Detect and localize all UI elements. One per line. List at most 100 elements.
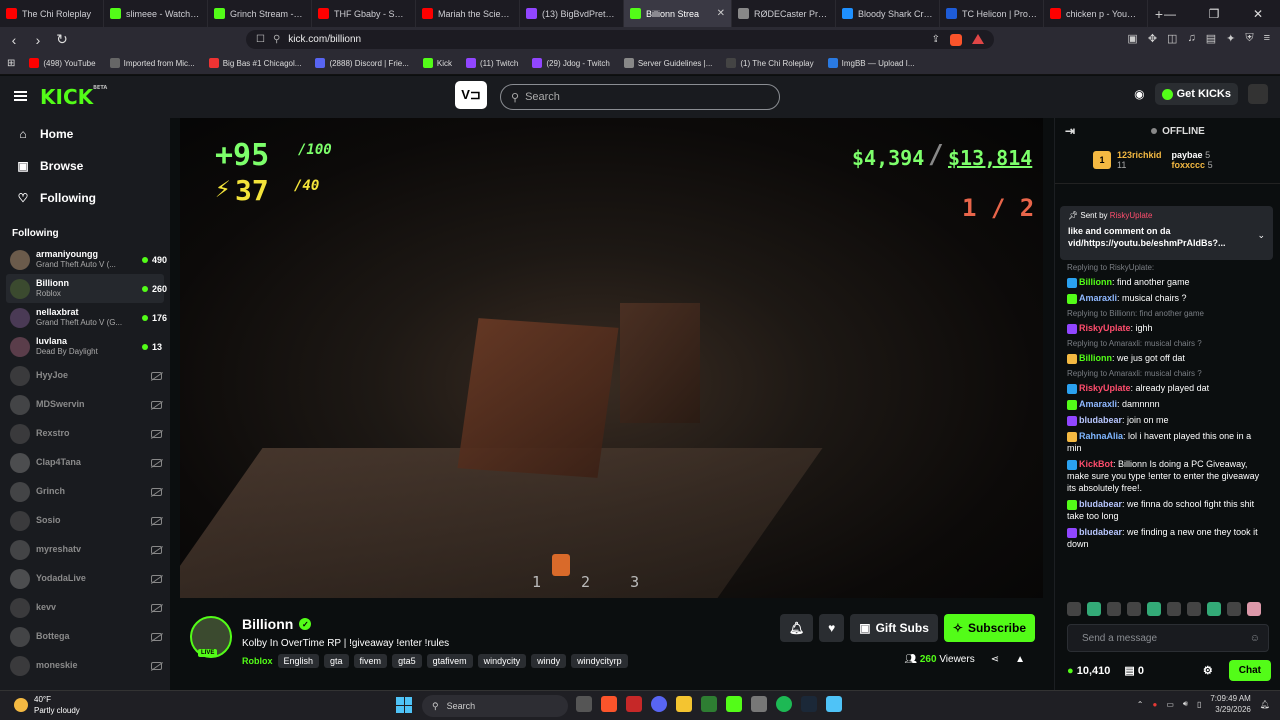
notify-button[interactable]: 🔔︎ — [779, 614, 814, 642]
hamburger-menu-icon[interactable] — [14, 91, 27, 101]
streamer-name[interactable]: Billionn — [242, 616, 293, 632]
leo-icon[interactable]: ✦ — [1226, 32, 1235, 45]
chat-username[interactable]: RiskyUplate — [1079, 383, 1131, 393]
kick-app-icon[interactable] — [726, 696, 742, 712]
notifications-icon[interactable]: ◉ — [1134, 87, 1144, 101]
stream-tag[interactable]: windycityrp — [571, 654, 628, 668]
bookmark-item[interactable]: (2888) Discord | Frie... — [308, 58, 415, 68]
points-balance[interactable]: ▤ 0 — [1124, 664, 1144, 677]
notification-bell-icon[interactable]: 🔔︎ — [1260, 700, 1270, 709]
bookmark-item[interactable]: Big Bas #1 Chicagol... — [202, 58, 309, 68]
chat-username[interactable]: bludabear — [1079, 499, 1122, 509]
stream-tag[interactable]: gta — [324, 654, 349, 668]
sidebar-icon[interactable]: ◫ — [1167, 32, 1177, 45]
volume-icon[interactable]: 🔊︎ — [1183, 699, 1188, 709]
puzzle-icon[interactable]: ✥ — [1148, 32, 1157, 45]
sidebar-nav-browse[interactable]: ▣ Browse — [0, 150, 170, 182]
network-icon[interactable]: ▭ — [1166, 700, 1174, 709]
chat-settings-icon[interactable]: ⚙ — [1203, 664, 1213, 677]
chat-username[interactable]: RiskyUplate — [1079, 323, 1131, 333]
leaderboard-top-user[interactable]: 123richkid — [1117, 150, 1162, 160]
sidebar-nav-home[interactable]: ⌂ Home — [0, 118, 170, 150]
vo-logo-icon[interactable]: V⊐ — [455, 81, 487, 109]
kicks-balance[interactable]: ● 10,410 — [1067, 665, 1110, 677]
subscribe-button[interactable]: ✧ Subscribe — [943, 614, 1035, 642]
chat-send-button[interactable]: Chat — [1228, 660, 1271, 681]
emote-icon[interactable] — [1207, 602, 1221, 616]
chat-message[interactable]: bludabear: join on me — [1055, 412, 1277, 428]
sidebar-nav-following[interactable]: ♡ Following — [0, 182, 170, 214]
stream-tag[interactable]: gta5 — [392, 654, 422, 668]
vpn-icon[interactable]: ⛨ — [1245, 32, 1253, 45]
following-channel[interactable]: MDSwervin — [0, 390, 170, 419]
chat-message[interactable]: KickBot: Billionn Is doing a PC Giveaway… — [1055, 456, 1277, 496]
browser-tab[interactable]: Billionn Strea ✕ — [624, 0, 732, 27]
share-icon[interactable]: ⇪ — [932, 34, 940, 46]
app-icon[interactable] — [826, 696, 842, 712]
browser-tab[interactable]: RØDECaster Pro | Pc — [732, 0, 836, 27]
chat-username[interactable]: Billionn — [1079, 353, 1112, 363]
maximize-icon[interactable]: ❐ — [1192, 7, 1236, 21]
chat-username[interactable]: Billionn — [1079, 277, 1112, 287]
emote-icon[interactable] — [1127, 602, 1141, 616]
chat-username[interactable]: bludabear — [1079, 527, 1122, 537]
chat-message[interactable]: Amaraxli: musical chairs ? — [1055, 290, 1277, 306]
minimize-icon[interactable]: — — [1148, 7, 1192, 21]
tab-close-icon[interactable]: ✕ — [717, 8, 725, 19]
emote-icon[interactable] — [1107, 602, 1121, 616]
bookmark-item[interactable]: (498) YouTube — [22, 58, 102, 68]
following-channel[interactable]: nellaxbrat Grand Theft Auto V (G... 176 — [0, 303, 170, 332]
chat-username[interactable]: Amaraxli — [1079, 293, 1117, 303]
following-channel[interactable]: Sosio — [0, 506, 170, 535]
following-channel[interactable]: kevv — [0, 593, 170, 622]
stream-tag[interactable]: fivem — [353, 654, 388, 668]
collapse-chat-icon[interactable]: ⇥ — [1065, 124, 1075, 138]
bookmark-item[interactable]: ImgBB — Upload I... — [821, 58, 922, 68]
taskbar-search[interactable]: ⚲ Search — [422, 695, 568, 717]
emote-icon[interactable] — [1147, 602, 1161, 616]
following-channel[interactable]: Bottega — [0, 622, 170, 651]
chat-username[interactable]: bludabear — [1079, 415, 1122, 425]
excel-app-icon[interactable] — [701, 696, 717, 712]
spotify-app-icon[interactable] — [776, 696, 792, 712]
chat-message[interactable]: bludabear: we finna do school fight this… — [1055, 496, 1277, 524]
following-channel[interactable]: luvlana Dead By Daylight 13 — [0, 332, 170, 361]
browser-tab[interactable]: The Chi Roleplay — [0, 0, 104, 27]
back-icon[interactable]: ‹ — [4, 32, 24, 48]
discord-app-icon[interactable] — [651, 696, 667, 712]
apps-icon[interactable]: ⊞ — [0, 58, 22, 69]
bookmark-item[interactable]: Server Guidelines |... — [617, 58, 720, 68]
browser-tab[interactable]: (13) BigBvdPretty - — [520, 0, 624, 27]
chat-message[interactable]: Billionn: we jus got off dat — [1055, 350, 1277, 366]
brave-shield-icon[interactable] — [950, 33, 962, 46]
category-link[interactable]: Roblox — [242, 656, 273, 666]
stream-tag[interactable]: English — [277, 654, 320, 668]
bookmark-item[interactable]: (1) The Chi Roleplay — [719, 58, 820, 68]
user-avatar[interactable] — [1248, 84, 1268, 104]
following-channel[interactable]: Rexstro — [0, 419, 170, 448]
emote-icon[interactable] — [1087, 602, 1101, 616]
tray-app-icon[interactable]: ● — [1153, 700, 1158, 709]
following-channel[interactable]: myreshatv — [0, 535, 170, 564]
report-icon[interactable]: ▲ — [1015, 654, 1025, 665]
chat-username[interactable]: KickBot — [1079, 459, 1113, 469]
expand-chevron-icon[interactable]: ⌄ — [1257, 230, 1265, 241]
stream-tag[interactable]: windycity — [477, 654, 527, 668]
close-icon[interactable]: ✕ — [1236, 7, 1280, 21]
menu-icon[interactable]: ≡ — [1264, 32, 1270, 45]
browser-tab[interactable]: slimeee - Watch clip — [104, 0, 208, 27]
video-player[interactable]: +95 /100 37 ⚡ /40 $4,394 / $13,814 1 / 2… — [180, 118, 1043, 598]
browser-tab[interactable]: TC Helicon | Produc — [940, 0, 1044, 27]
following-channel[interactable]: armaniyoungg Grand Theft Auto V (... 490 — [0, 245, 170, 274]
explorer-app-icon[interactable] — [676, 696, 692, 712]
chat-message[interactable]: Amaraxli: damnnnn — [1055, 396, 1277, 412]
emote-icon[interactable] — [1167, 602, 1181, 616]
extension-icon[interactable]: ▣ — [1127, 32, 1137, 45]
bookmark-item[interactable]: (11) Twitch — [459, 58, 525, 68]
share-icon[interactable]: ⋖ — [991, 654, 999, 665]
steam-app-icon[interactable] — [801, 696, 817, 712]
emote-icon[interactable] — [1187, 602, 1201, 616]
pinned-message[interactable]: 📌︎ Sent by RiskyUplate like and comment … — [1060, 206, 1273, 260]
following-channel[interactable]: Clap4Tana — [0, 448, 170, 477]
clock[interactable]: 7:09:49 AM 3/29/2026 — [1210, 693, 1250, 715]
